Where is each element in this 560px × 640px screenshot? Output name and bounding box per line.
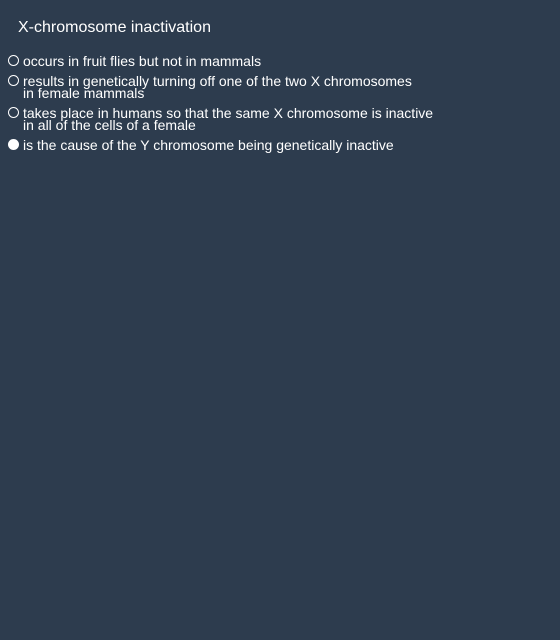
question-title: X-chromosome inactivation [18,19,211,36]
answer-option-label: is the cause of the Y chromosome being g… [23,137,394,153]
radio-button[interactable] [8,75,19,86]
answer-option-label: takes place in humans so that the same X… [23,105,434,133]
answer-option-label: results in genetically turning off one o… [23,73,412,101]
question-panel: X-chromosome inactivation occurs in frui… [0,0,560,640]
answer-options: occurs in fruit flies but not in mammals… [8,53,434,153]
answer-option-1[interactable]: occurs in fruit flies but not in mammals [8,53,433,69]
answer-option-4[interactable]: is the cause of the Y chromosome being g… [8,137,433,153]
answer-option-2[interactable]: results in genetically turning off one o… [8,73,433,101]
answer-option-3[interactable]: takes place in humans so that the same X… [8,105,434,133]
radio-button[interactable] [8,139,19,150]
radio-button[interactable] [8,107,19,118]
radio-button[interactable] [8,55,19,66]
answer-option-label: occurs in fruit flies but not in mammals [23,53,262,69]
